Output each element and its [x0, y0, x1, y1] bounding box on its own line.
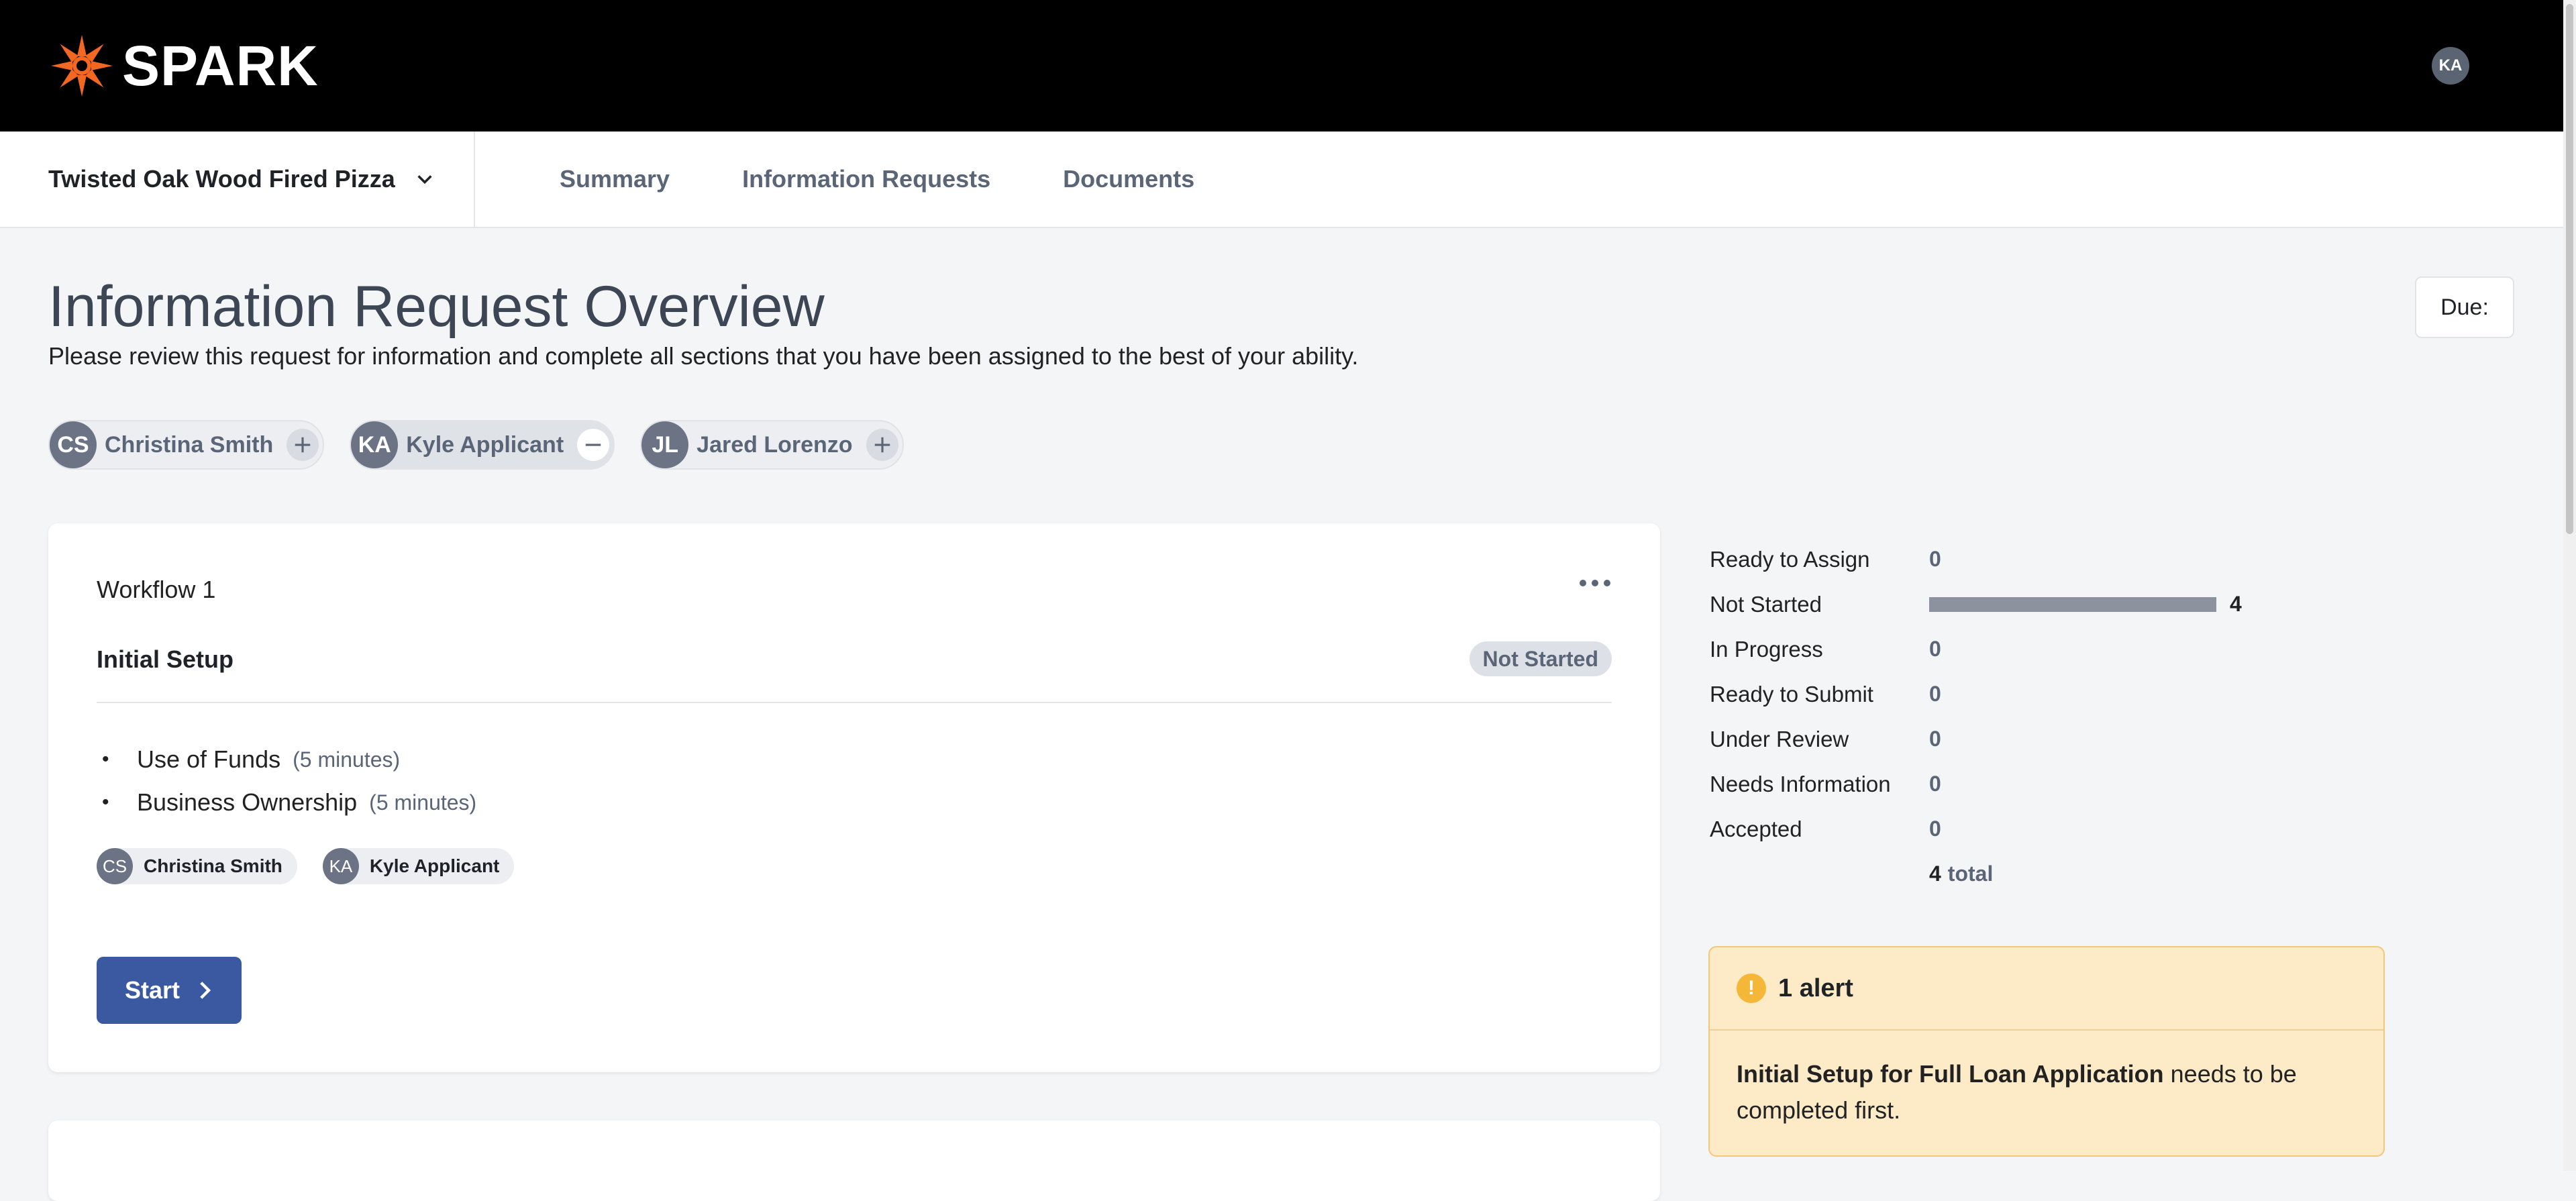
starburst-logo-icon: [51, 35, 113, 97]
stat-row-not-started: Not Started 4: [1710, 582, 2314, 627]
stat-row-under-review: Under Review 0: [1710, 717, 2314, 762]
remove-participant-button[interactable]: [577, 429, 610, 461]
chevron-right-icon: [200, 982, 211, 999]
stat-value: 0: [1929, 682, 1941, 706]
due-date-box: Due:: [2415, 276, 2514, 338]
add-participant-button[interactable]: [866, 429, 898, 461]
stat-value: 0: [1929, 772, 1941, 796]
bullet-icon: •: [102, 791, 109, 813]
participant-chip: JL Jared Lorenzo: [640, 420, 904, 470]
start-button[interactable]: Start: [97, 957, 242, 1024]
dot-icon: [1604, 580, 1610, 586]
alert-body: Initial Setup for Full Loan Application …: [1710, 1031, 2383, 1154]
stat-label: Accepted: [1710, 816, 1802, 841]
stat-value: 0: [1929, 637, 1941, 661]
section-title: Initial Setup: [97, 645, 234, 673]
brand-name: SPARK: [122, 34, 319, 97]
status-badge: Not Started: [1469, 641, 1612, 676]
participant-chip: KA Kyle Applicant: [350, 420, 615, 470]
dot-icon: [1592, 580, 1598, 586]
alert-box: ! 1 alert Initial Setup for Full Loan Ap…: [1708, 946, 2385, 1157]
participant-name: Christina Smith: [105, 431, 274, 458]
scrollbar[interactable]: [2563, 0, 2576, 1171]
avatar: KA: [351, 421, 399, 468]
workflow-title: Workflow 1: [97, 576, 216, 603]
task-duration: (5 minutes): [369, 790, 477, 815]
participant-name: Kyle Applicant: [406, 431, 564, 458]
assignee-list: CS Christina Smith KA Kyle Applicant: [97, 848, 515, 884]
business-name: Twisted Oak Wood Fired Pizza: [48, 165, 395, 193]
alert-title: 1 alert: [1778, 974, 1853, 1002]
nav-tabs: Summary Information Requests Documents: [475, 165, 1194, 193]
alert-body-bold: Initial Setup for Full Loan Application: [1737, 1060, 2164, 1088]
list-item: • Use of Funds (5 minutes): [102, 738, 476, 781]
workflow-card-next: [48, 1120, 1660, 1201]
stat-label: Needs Information: [1710, 771, 1891, 796]
minus-icon: [585, 443, 601, 446]
assignee-chip: KA Kyle Applicant: [322, 848, 515, 884]
assignee-name: Kyle Applicant: [369, 855, 500, 876]
alert-header: ! 1 alert: [1710, 947, 2383, 1031]
workflow-card: Workflow 1 Initial Setup Not Started • U…: [48, 523, 1660, 1072]
tab-documents[interactable]: Documents: [1063, 165, 1194, 193]
stat-row-ready-to-assign: Ready to Assign 0: [1710, 537, 2314, 582]
task-name: Use of Funds: [137, 745, 281, 773]
assignee-name: Christina Smith: [144, 855, 282, 876]
assignee-chip: CS Christina Smith: [97, 848, 297, 884]
task-list: • Use of Funds (5 minutes) • Business Ow…: [102, 738, 476, 824]
participant-list: CS Christina Smith KA Kyle Applicant JL …: [48, 420, 904, 470]
plus-icon: [874, 437, 890, 453]
business-selector[interactable]: Twisted Oak Wood Fired Pizza: [0, 132, 475, 227]
page-description: Please review this request for informati…: [48, 342, 1359, 370]
stat-row-accepted: Accepted 0: [1710, 806, 2314, 851]
status-summary: Ready to Assign 0 Not Started 4 In Progr…: [1710, 537, 2314, 896]
more-options-button[interactable]: [1580, 580, 1610, 586]
avatar: CS: [97, 848, 133, 884]
task-duration: (5 minutes): [293, 747, 401, 772]
sub-navigation: Twisted Oak Wood Fired Pizza Summary Inf…: [0, 132, 2563, 228]
dot-icon: [1580, 580, 1586, 586]
stat-row-ready-to-submit: Ready to Submit 0: [1710, 672, 2314, 717]
scrollbar-thumb[interactable]: [2566, 4, 2573, 534]
stat-label: Under Review: [1710, 726, 1849, 751]
divider: [97, 702, 1612, 703]
stat-label: In Progress: [1710, 636, 1823, 662]
stat-value: 0: [1929, 547, 1941, 571]
user-avatar[interactable]: KA: [2432, 47, 2469, 85]
warning-icon: !: [1737, 974, 1766, 1003]
avatar: CS: [50, 421, 97, 468]
tab-summary[interactable]: Summary: [560, 165, 670, 193]
stat-row-total: 4 total: [1710, 851, 2314, 896]
participant-name: Jared Lorenzo: [697, 431, 853, 458]
tab-information-requests[interactable]: Information Requests: [742, 165, 990, 193]
stat-value: 4: [2230, 592, 2242, 616]
start-label: Start: [124, 976, 181, 1004]
stat-total-word: total: [1947, 861, 1994, 886]
chevron-down-icon: [417, 175, 432, 185]
stat-row-needs-information: Needs Information 0: [1710, 762, 2314, 806]
top-bar: SPARK KA: [0, 0, 2563, 132]
stat-row-in-progress: In Progress 0: [1710, 627, 2314, 672]
stat-total-value: 4: [1929, 861, 1941, 886]
stat-bar: [1929, 596, 2216, 612]
avatar: KA: [322, 848, 359, 884]
page-title: Information Request Overview: [48, 274, 825, 339]
task-name: Business Ownership: [137, 788, 358, 816]
plus-icon: [295, 437, 311, 453]
stat-value: 0: [1929, 727, 1941, 751]
stat-label: Ready to Submit: [1710, 681, 1873, 707]
stat-value: 0: [1929, 817, 1941, 841]
list-item: • Business Ownership (5 minutes): [102, 781, 476, 824]
spark-logo[interactable]: SPARK: [48, 32, 319, 99]
bullet-icon: •: [102, 748, 109, 770]
add-participant-button[interactable]: [287, 429, 319, 461]
stat-label: Not Started: [1710, 591, 1822, 617]
participant-chip: CS Christina Smith: [48, 420, 325, 470]
avatar: JL: [641, 421, 689, 468]
stat-label: Ready to Assign: [1710, 546, 1870, 572]
